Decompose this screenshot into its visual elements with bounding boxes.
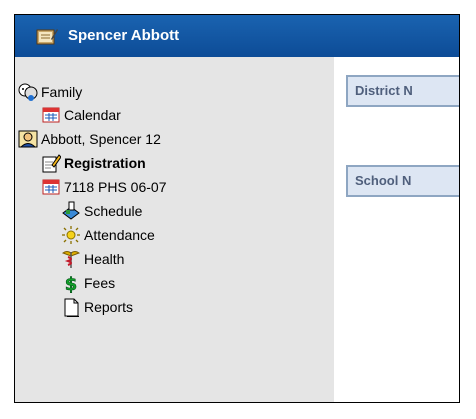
header-bar: Spencer Abbott — [15, 15, 459, 57]
school-notice-button[interactable]: School N — [346, 165, 459, 197]
health-icon — [61, 251, 81, 268]
document-icon — [64, 298, 79, 317]
schedule-icon — [62, 201, 80, 220]
sidebar-item-label: Health — [84, 251, 125, 267]
sidebar-item-label: Reports — [84, 299, 134, 315]
sidebar-item-label: Attendance — [84, 227, 155, 243]
sidebar-item-registration[interactable]: Registration — [41, 153, 146, 173]
sidebar-item-enrollment[interactable]: 7118 PHS 06-07 — [41, 177, 166, 197]
sidebar-item-attendance[interactable]: Attendance — [61, 225, 155, 245]
sidebar-item-label: Schedule — [84, 203, 143, 219]
sidebar: Family Calendar Abbott, Spencer 12 Regis… — [15, 57, 334, 402]
notebook-icon — [36, 29, 58, 45]
sidebar-item-label: Fees — [84, 275, 116, 291]
app-window: Spencer Abbott Family Calendar Abbott, S… — [14, 14, 460, 403]
sidebar-item-schedule[interactable]: Schedule — [61, 201, 142, 221]
sidebar-item-label: Registration — [64, 155, 146, 171]
sidebar-item-calendar[interactable]: Calendar — [41, 105, 121, 125]
registration-icon — [42, 154, 61, 173]
district-notice-label: District N — [355, 83, 413, 98]
sidebar-item-label: Abbott, Spencer 12 — [41, 131, 161, 147]
family-icon — [18, 83, 38, 101]
svg-text:$: $ — [65, 274, 78, 293]
school-notice-label: School N — [355, 173, 412, 188]
page-title: Spencer Abbott — [68, 27, 180, 44]
sidebar-item-label: Calendar — [64, 107, 121, 123]
district-notice-button[interactable]: District N — [346, 75, 459, 107]
sidebar-item-fees[interactable]: $ Fees — [61, 273, 115, 293]
sidebar-item-reports[interactable]: Reports — [61, 297, 133, 317]
calendar-icon — [42, 107, 60, 123]
main-content: District N School N — [334, 57, 459, 402]
calendar-icon — [42, 179, 60, 195]
sidebar-item-family[interactable]: Family — [18, 82, 82, 102]
attendance-icon — [62, 226, 80, 244]
sidebar-item-label: Family — [41, 84, 83, 100]
dollar-icon: $ — [64, 274, 78, 293]
sidebar-item-label: 7118 PHS 06-07 — [64, 179, 167, 195]
sidebar-item-health[interactable]: Health — [61, 249, 124, 269]
sidebar-item-student[interactable]: Abbott, Spencer 12 — [18, 129, 161, 149]
student-icon — [18, 130, 38, 148]
